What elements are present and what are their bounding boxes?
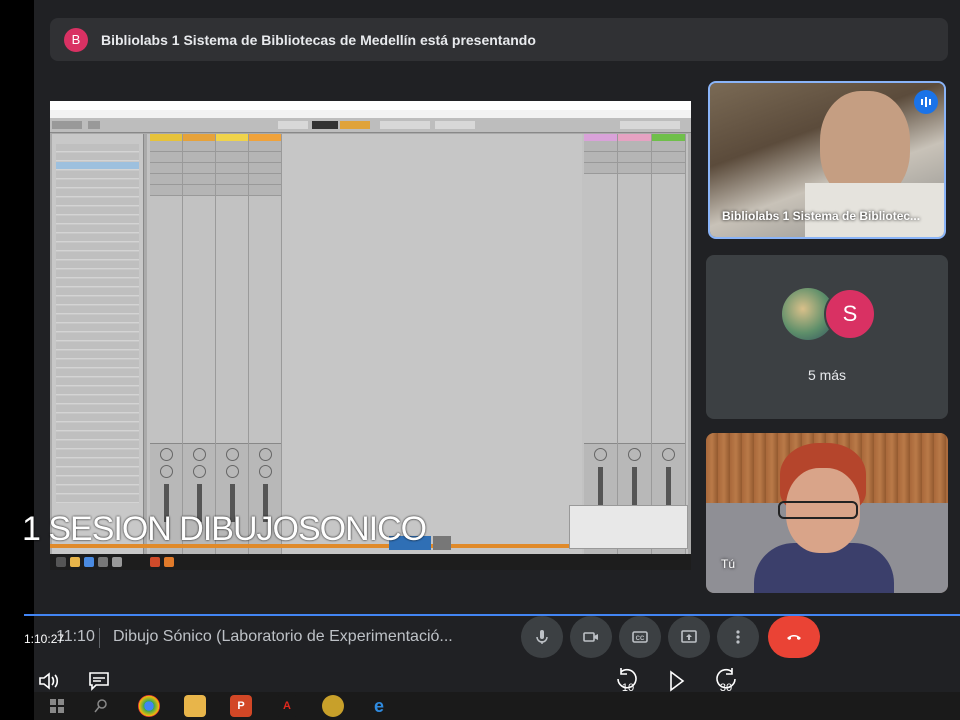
left-letterbox: [0, 0, 34, 720]
volume-icon: [39, 672, 59, 690]
presenting-banner: B Bibliolabs 1 Sistema de Bibliotecas de…: [50, 18, 948, 61]
play-icon: [670, 670, 685, 692]
windows-taskbar: P A e: [34, 692, 960, 720]
microphone-button[interactable]: [521, 616, 563, 658]
present-icon: [681, 630, 697, 643]
daw-track-column: [216, 134, 249, 559]
meeting-name: Dibujo Sónico (Laboratorio de Experiment…: [113, 628, 453, 645]
file-explorer-icon[interactable]: [184, 695, 206, 717]
video-progress-bar[interactable]: [24, 614, 960, 616]
more-icon: [736, 630, 740, 644]
more-options-button[interactable]: [717, 616, 759, 658]
app-icon[interactable]: [322, 695, 344, 717]
present-button[interactable]: [668, 616, 710, 658]
chrome-icon[interactable]: [138, 695, 160, 717]
speaking-indicator-icon: [914, 90, 938, 114]
more-participants-label: 5 más: [807, 367, 847, 383]
powerpoint-icon[interactable]: P: [230, 695, 252, 717]
daw-session-view: [147, 134, 643, 559]
notification-popup: [569, 505, 688, 549]
daw-track-column: [150, 134, 183, 559]
video-time: 1:10:27: [24, 632, 65, 646]
presenter-name: Bibliolabs 1 Sistema de Bibliotec...: [722, 209, 921, 223]
edge-icon[interactable]: e: [368, 695, 390, 717]
daw-toolbar: [50, 118, 691, 133]
captions-button[interactable]: CC: [619, 616, 661, 658]
presenter-tile[interactable]: Bibliolabs 1 Sistema de Bibliotec...: [708, 81, 946, 239]
hide-button[interactable]: [433, 536, 451, 550]
camera-button[interactable]: [570, 616, 612, 658]
more-participants-tile[interactable]: S 5 más: [706, 255, 948, 419]
shared-taskbar: [50, 554, 691, 570]
participant-avatar-letter: S: [824, 288, 876, 340]
self-name: Tú: [721, 557, 736, 571]
daw-menubar: [50, 110, 691, 118]
daw-browser-panel: [52, 134, 144, 559]
subtitles-icon: [89, 672, 109, 691]
search-icon[interactable]: [90, 695, 112, 717]
rewind-icon: 10: [617, 668, 637, 694]
session-caption: 1 SESION DIBUJOSONICO: [22, 510, 427, 548]
acrobat-icon[interactable]: A: [276, 695, 298, 717]
daw-track-column: [249, 134, 282, 559]
daw-return-tracks: [584, 134, 688, 559]
daw-drop-area: [282, 134, 582, 559]
windows-start-icon[interactable]: [46, 695, 68, 717]
forward-icon: 30: [716, 668, 736, 694]
divider: [99, 628, 100, 648]
self-tile[interactable]: Tú: [706, 433, 948, 593]
daw-titlebar: [50, 101, 691, 110]
end-call-icon: [787, 635, 801, 640]
svg-text:CC: CC: [636, 636, 645, 642]
presenting-text: Bibliolabs 1 Sistema de Bibliotecas de M…: [101, 31, 536, 48]
end-call-button[interactable]: [768, 616, 820, 658]
captions-icon: CC: [632, 631, 648, 643]
camera-icon: [583, 632, 598, 642]
presenter-avatar: B: [64, 27, 88, 52]
shared-screen[interactable]: [50, 101, 691, 570]
microphone-icon: [536, 630, 548, 644]
daw-track-column: [183, 134, 216, 559]
